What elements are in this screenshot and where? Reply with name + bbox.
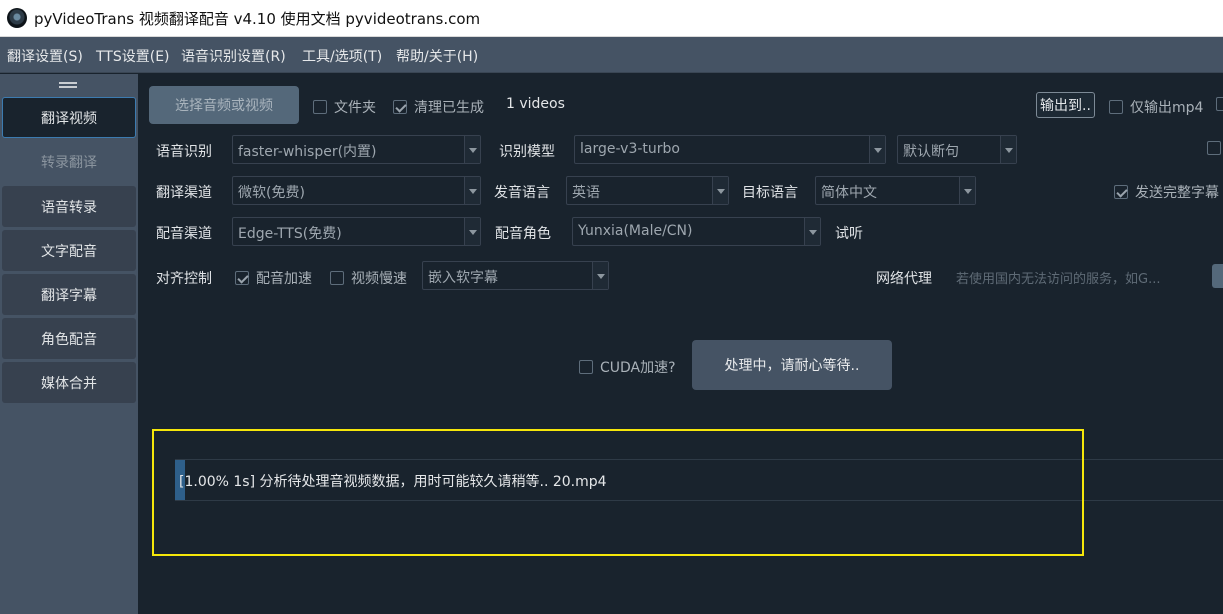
tts-channel-select[interactable]: Edge-TTS(免费) [232,217,481,246]
tts-channel-label: 配音渠道 [156,226,212,242]
translate-channel-select[interactable]: 微软(免费) [232,176,481,205]
menu-translate-settings[interactable]: 翻译设置(S) [7,46,83,66]
chevron-down-icon [869,136,885,163]
chevron-down-icon [464,218,480,245]
sidebar-item-role-dubbing[interactable]: 角色配音 [2,318,136,359]
voice-role-label: 配音角色 [495,226,551,242]
translate-channel-value: 微软(免费) [238,185,305,201]
window-title: pyVideoTrans 视频翻译配音 v4.10 使用文档 pyvideotr… [34,10,481,28]
chevron-down-icon [464,136,480,163]
target-language-select[interactable]: 简体中文 [815,176,976,205]
checkbox-icon [330,271,344,285]
folder-checkbox-label: 文件夹 [334,100,376,116]
cuda-label: CUDA加速? [600,360,676,376]
subtitle-embed-select[interactable]: 嵌入软字幕 [422,261,609,290]
voice-speedup-label: 配音加速 [256,271,312,287]
videos-count: 1 videos [506,96,565,112]
video-slow-label: 视频慢速 [351,271,407,287]
clean-generated-label: 清理已生成 [414,100,484,116]
highlight-annotation-box [152,429,1084,556]
source-language-value: 英语 [572,185,600,201]
send-full-subtitle-label: 发送完整字幕 [1135,185,1219,201]
chevron-down-icon [712,177,728,204]
source-language-label: 发音语言 [494,185,550,201]
split-select[interactable]: 默认断句 [897,135,1017,164]
start-processing-button[interactable]: 处理中，请耐心等待.. [692,340,892,390]
model-select[interactable]: large-v3-turbo [574,135,886,164]
sidebar: 翻译视频 转录翻译 语音转录 文字配音 翻译字幕 角色配音 媒体合并 [0,74,138,614]
subtitle-embed-value: 嵌入软字幕 [428,270,498,286]
send-full-subtitle-checkbox[interactable]: 发送完整字幕 [1114,182,1219,202]
sidebar-item-translate-video[interactable]: 翻译视频 [2,97,136,138]
only-mp4-label: 仅输出mp4 [1130,100,1204,116]
edge-checkbox[interactable] [1216,97,1223,111]
voice-speedup-checkbox[interactable]: 配音加速 [235,268,312,288]
sidebar-item-text-dubbing[interactable]: 文字配音 [2,230,136,271]
asr-select[interactable]: faster-whisper(内置) [232,135,481,164]
checkbox-checked-icon [1114,185,1128,199]
voice-role-value: Yunxia(Male/CN) [578,223,693,239]
voice-role-select[interactable]: Yunxia(Male/CN) [572,217,821,246]
only-mp4-checkbox[interactable]: 仅输出mp4 [1109,97,1203,117]
source-language-select[interactable]: 英语 [566,176,729,205]
proxy-input[interactable]: 若使用国内无法访问的服务，如G... [952,262,1204,291]
model-label: 识别模型 [499,144,555,160]
menu-asr-settings[interactable]: 语音识别设置(R) [181,46,286,66]
asr-label: 语音识别 [156,144,212,160]
chevron-down-icon [804,218,820,245]
chevron-down-icon [1000,136,1016,163]
target-language-value: 简体中文 [821,185,877,201]
checkbox-icon [579,360,593,374]
split-select-value: 默认断句 [903,144,959,160]
menu-help[interactable]: 帮助/关于(H) [396,46,478,66]
translate-channel-label: 翻译渠道 [156,185,212,201]
listen-button[interactable]: 试听 [835,223,863,243]
menu-tools[interactable]: 工具/选项(T) [302,46,382,66]
sidebar-item-transcribe-translate: 转录翻译 [41,154,97,171]
folder-checkbox[interactable]: 文件夹 [313,97,376,117]
checkbox-checked-icon [235,271,249,285]
tts-channel-value: Edge-TTS(免费) [238,226,342,242]
edge-checkbox-row1[interactable] [1207,141,1221,155]
title-bar: pyVideoTrans 视频翻译配音 v4.10 使用文档 pyvideotr… [0,0,1223,37]
chevron-down-icon [464,177,480,204]
proxy-placeholder: 若使用国内无法访问的服务，如G... [956,272,1161,287]
select-media-button[interactable]: 选择音频或视频 [149,86,299,124]
app-logo-icon [7,8,27,28]
asr-select-value: faster-whisper(内置) [238,144,377,160]
checkbox-icon [1109,100,1123,114]
clean-generated-checkbox[interactable]: 清理已生成 [393,97,484,117]
model-select-value: large-v3-turbo [580,141,680,157]
output-to-button[interactable]: 输出到.. [1036,92,1095,118]
sidebar-item-media-merge[interactable]: 媒体合并 [2,362,136,403]
cuda-checkbox[interactable]: CUDA加速? [579,357,676,377]
proxy-label: 网络代理 [876,271,932,287]
menu-tts-settings[interactable]: TTS设置(E) [96,46,170,66]
chevron-down-icon [959,177,975,204]
sidebar-item-speech-transcribe[interactable]: 语音转录 [2,186,136,227]
checkbox-checked-icon [393,100,407,114]
sidebar-item-translate-subtitle[interactable]: 翻译字幕 [2,274,136,315]
chevron-down-icon [592,262,608,289]
target-language-label: 目标语言 [742,185,798,201]
align-control-label: 对齐控制 [156,271,212,287]
menu-bar: 翻译设置(S) TTS设置(E) 语音识别设置(R) 工具/选项(T) 帮助/关… [0,37,1223,73]
checkbox-icon [313,100,327,114]
proxy-set-button[interactable] [1212,264,1223,288]
drag-handle-icon[interactable] [59,82,77,88]
video-slow-checkbox[interactable]: 视频慢速 [330,268,407,288]
